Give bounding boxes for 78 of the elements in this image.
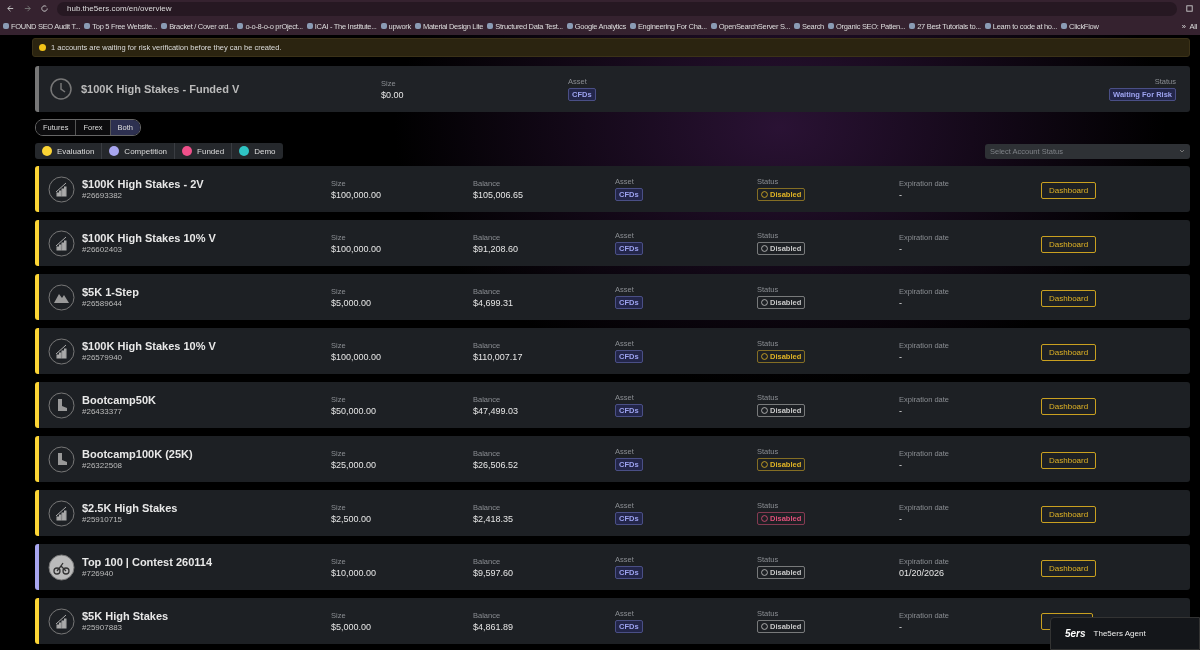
expiration-value: -: [899, 621, 902, 632]
balance-value: $4,699.31: [473, 297, 514, 308]
dashboard-button[interactable]: Dashboard: [1041, 182, 1097, 199]
expiration-value: -: [899, 351, 902, 362]
account-id: #26579940: [82, 353, 123, 362]
size-value: $100,000.00: [331, 243, 382, 254]
chart-icon: [48, 337, 75, 365]
boot-icon: [48, 445, 75, 473]
account-title: $100K High Stakes 10% V: [82, 340, 216, 352]
legend-label: Funded: [197, 146, 225, 156]
account-id: #25907883: [82, 623, 123, 632]
account-id: #26322508: [82, 461, 123, 470]
balance-value: $26,506.52: [473, 459, 519, 470]
size-value: $5,000.00: [331, 297, 372, 308]
account-id: #25910715: [82, 515, 123, 524]
account-title: $5K 1-Step: [82, 286, 139, 298]
account-title: $2.5K High Stakes: [82, 502, 178, 514]
balance-value: $110,007.17: [473, 351, 523, 362]
account-title: $100K High Stakes - Funded V: [81, 83, 241, 95]
account-title: $100K High Stakes 10% V: [82, 232, 216, 244]
expiration-value: -: [899, 459, 902, 470]
expiration-value: 01/20/2026: [899, 567, 945, 578]
balance-value: $105,006.65: [473, 189, 524, 200]
clock-icon: [49, 77, 73, 101]
chevron-icon: [1179, 149, 1185, 153]
account-id: #26693382: [82, 191, 123, 200]
mountain-icon: [48, 283, 75, 311]
expiration-value: -: [899, 405, 902, 416]
forward-icon[interactable]: [23, 4, 32, 13]
warning-icon: [39, 44, 46, 51]
size-value: $25,000.00: [331, 459, 377, 470]
balance-value: $47,499.03: [473, 405, 519, 416]
dashboard-button[interactable]: Dashboard: [1041, 236, 1097, 253]
chat-label: The5ers Agent: [1093, 629, 1146, 638]
size-value: $5,000.00: [331, 621, 372, 632]
account-title: Top 100 | Contest 260114: [82, 556, 213, 568]
boot-icon: [48, 391, 75, 419]
dashboard-button[interactable]: Dashboard: [1041, 560, 1097, 577]
cyclist-icon: [48, 553, 75, 581]
account-id: #26602403: [82, 245, 123, 254]
size-value: $10,000.00: [331, 567, 377, 578]
size-value: $0.00: [381, 89, 404, 100]
account-title: $100K High Stakes - 2V: [82, 178, 204, 190]
account-title: $5K High Stakes: [82, 610, 169, 622]
chart-icon: [48, 607, 75, 635]
balance-value: $9,597.60: [473, 567, 514, 578]
size-value: $2,500.00: [331, 513, 372, 524]
legend-label: Competition: [124, 146, 168, 156]
dashboard-button[interactable]: Dashboard: [1041, 344, 1097, 361]
chart-icon: [48, 229, 75, 257]
account-id: #26589644: [82, 299, 123, 308]
reload-icon[interactable]: [40, 4, 49, 13]
chart-icon: [48, 499, 75, 527]
account-title: Bootcamp100K (25K): [82, 448, 193, 460]
agent-chat-toast[interactable]: 5ers The5ers Agent: [1050, 617, 1200, 650]
account-id: #26433377: [82, 407, 123, 416]
expiration-value: -: [899, 189, 902, 200]
balance-value: $91,208.60: [473, 243, 519, 254]
expiration-value: -: [899, 243, 902, 254]
back-icon[interactable]: [6, 4, 15, 13]
brand-logo: 5ers: [1065, 628, 1086, 639]
legend-label: Demo: [254, 146, 276, 156]
legend-label: Evaluation: [57, 146, 95, 156]
account-title: Bootcamp50K: [82, 394, 156, 406]
account-id: #726940: [82, 569, 114, 578]
balance-value: $4,861.89: [473, 621, 514, 632]
size-value: $100,000.00: [331, 189, 382, 200]
dashboard-button[interactable]: Dashboard: [1041, 452, 1097, 469]
size-value: $100,000.00: [331, 351, 382, 362]
balance-value: $2,418.35: [473, 513, 514, 524]
dashboard-button[interactable]: Dashboard: [1041, 398, 1097, 415]
dashboard-button[interactable]: Dashboard: [1041, 290, 1097, 307]
dashboard-button[interactable]: Dashboard: [1041, 506, 1097, 523]
address-bar[interactable]: hub.the5ers.com/en/overview: [57, 1, 1177, 16]
expiration-value: -: [899, 513, 902, 524]
expiration-value: -: [899, 297, 902, 308]
chart-icon: [48, 175, 75, 203]
size-value: $50,000.00: [331, 405, 377, 416]
